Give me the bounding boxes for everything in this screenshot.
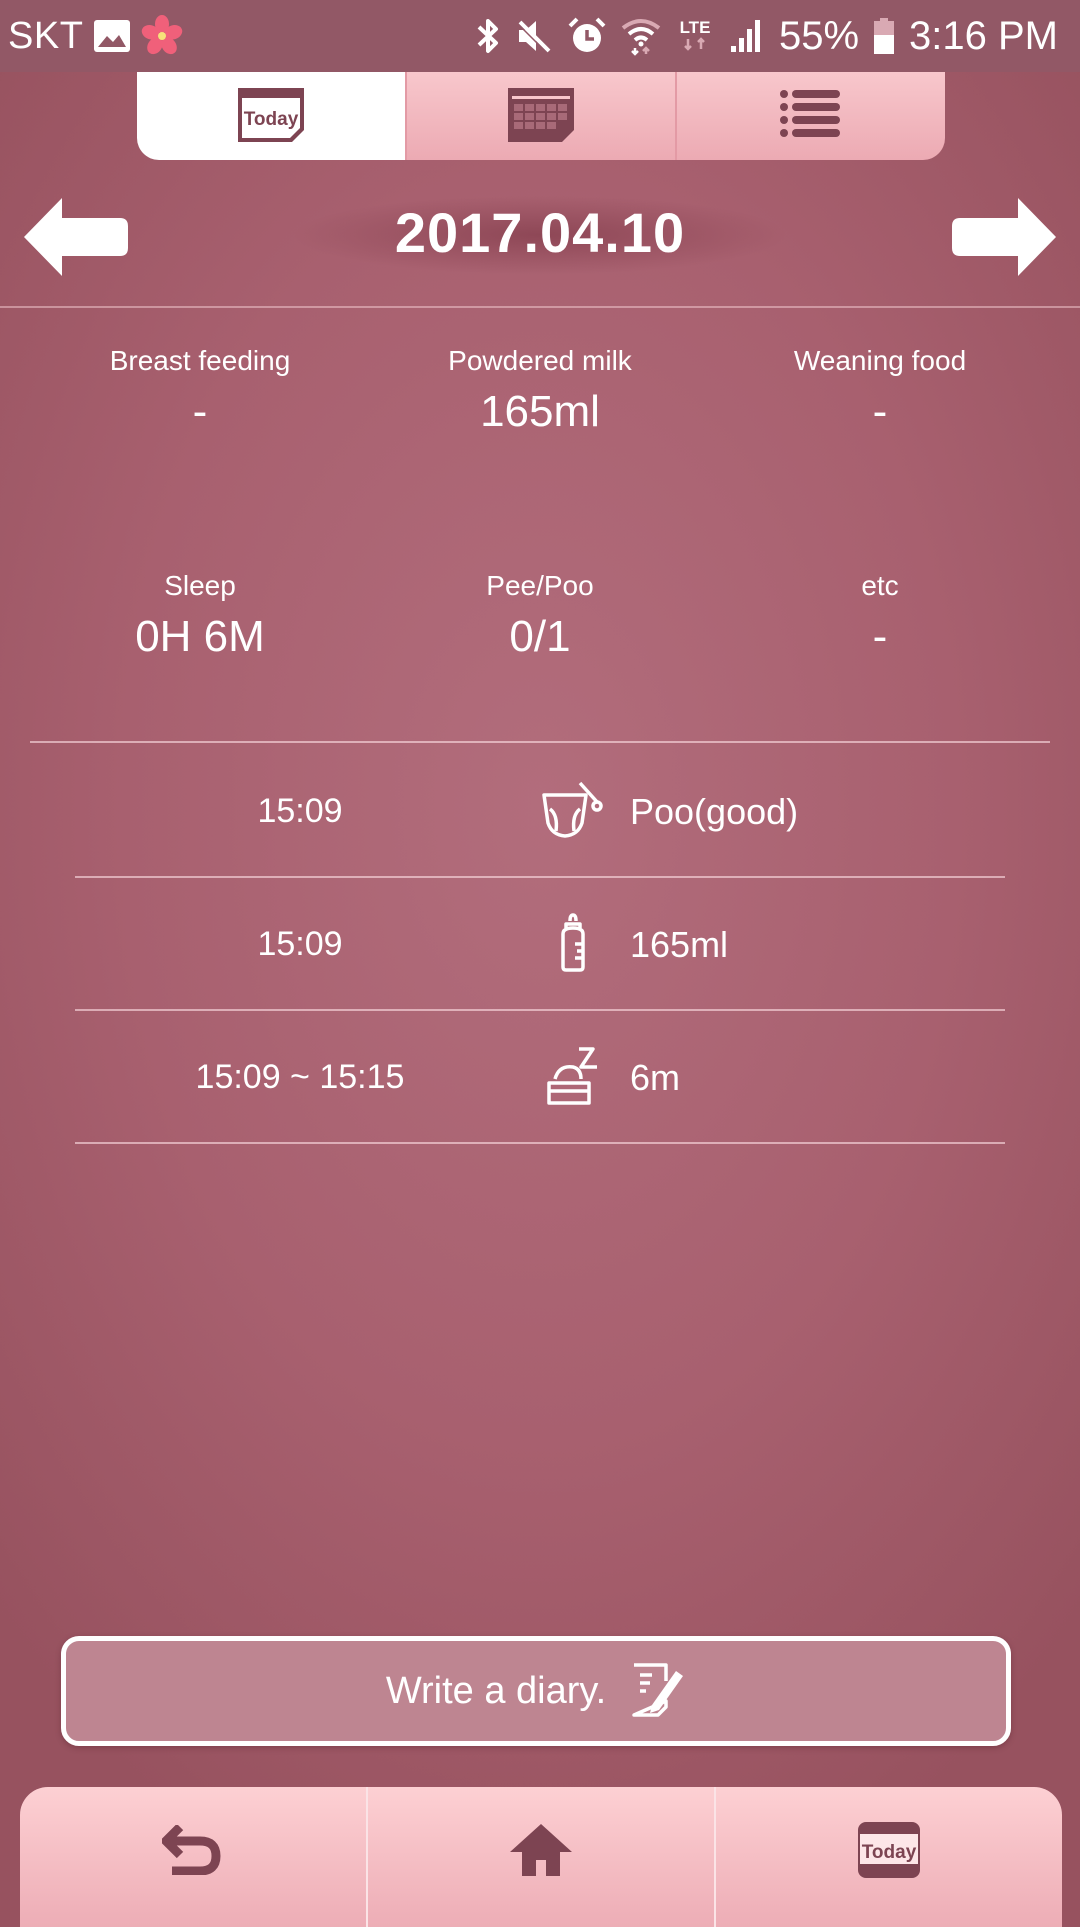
home-button[interactable]: [366, 1787, 714, 1927]
log-text: 6m: [630, 1057, 681, 1098]
log-text: Poo(good): [630, 791, 799, 832]
log-item[interactable]: 15:09 Poo(good): [75, 745, 1005, 878]
summary-value: 0/1: [509, 612, 571, 661]
mute-icon: [515, 17, 553, 55]
tab-calendar[interactable]: [405, 72, 675, 160]
bluetooth-icon: [475, 16, 501, 56]
home-icon: [508, 1822, 574, 1883]
battery-icon: [873, 17, 895, 55]
summary-etc: etc -: [710, 570, 1050, 662]
summary-label: Powdered milk: [448, 345, 632, 376]
summary-value: 165ml: [480, 387, 600, 436]
summary-value: -: [872, 387, 888, 436]
flower-icon: [141, 15, 183, 57]
clock: 3:16 PM: [909, 13, 1058, 58]
alarm-icon: [567, 16, 607, 56]
summary-label: Breast feeding: [109, 345, 291, 376]
back-icon: [159, 1823, 224, 1880]
write-diary-button[interactable]: Write a diary.: [61, 1636, 1011, 1746]
status-bar: SKT LTE 55% 3:16 PM: [0, 0, 1080, 72]
summary-label: Weaning food: [793, 345, 967, 376]
log-time: 15:09: [257, 925, 343, 963]
edit-note-icon: [630, 1661, 686, 1722]
summary-value: 0H 6M: [135, 612, 265, 661]
summary-powdered-milk: Powdered milk 165ml: [370, 345, 710, 437]
log-time: 15:09: [257, 792, 343, 830]
gallery-icon: [93, 19, 131, 53]
back-button[interactable]: [20, 1787, 366, 1927]
summary-sleep: Sleep 0H 6M: [30, 570, 370, 662]
svg-text:Today: Today: [244, 109, 299, 130]
tab-today[interactable]: Today: [137, 72, 405, 160]
summary-label: Pee/Poo: [486, 570, 594, 601]
log-text: 165ml: [630, 924, 729, 965]
svg-text:LTE: LTE: [680, 18, 711, 37]
today-calendar-icon: Today: [856, 1820, 922, 1885]
list-icon: [779, 88, 843, 145]
calendar-grid-icon: [504, 84, 578, 149]
baby-bottle-icon: [538, 908, 608, 978]
summary-pee-poo: Pee/Poo 0/1: [370, 570, 710, 662]
carrier-label: SKT: [8, 14, 84, 57]
battery-percent: 55%: [778, 13, 860, 58]
divider: [75, 1142, 1005, 1144]
today-calendar-icon: Today: [234, 84, 308, 149]
log-item[interactable]: 15:09 165ml: [75, 878, 1005, 1011]
tab-list[interactable]: [675, 72, 945, 160]
svg-text:Today: Today: [862, 1842, 917, 1863]
wifi-icon: [621, 16, 661, 56]
arrow-right-icon: [950, 198, 1056, 280]
view-tabs: Today: [137, 72, 945, 160]
signal-icon: [729, 18, 765, 54]
log-time: 15:09 ~ 15:15: [195, 1058, 405, 1096]
summary-value: -: [872, 612, 888, 661]
summary-label: Sleep: [164, 570, 236, 601]
summary-label: etc: [861, 570, 899, 601]
date-title: 2017.04.10: [394, 201, 686, 264]
write-diary-label: Write a diary.: [385, 1669, 607, 1712]
bottom-nav: Today: [20, 1787, 1062, 1927]
divider: [0, 306, 1080, 308]
log-item[interactable]: 15:09 ~ 15:15 6m: [75, 1011, 1005, 1144]
summary-value: -: [192, 387, 208, 436]
divider: [30, 741, 1050, 743]
sleeping-baby-icon: [538, 1041, 608, 1111]
summary-breast-feeding: Breast feeding -: [30, 345, 370, 437]
next-day-button[interactable]: [950, 198, 1056, 276]
diaper-icon: [538, 775, 608, 845]
lte-icon: LTE: [675, 15, 715, 57]
today-button[interactable]: Today: [714, 1787, 1062, 1927]
arrow-left-icon: [24, 198, 130, 280]
summary-weaning-food: Weaning food -: [710, 345, 1050, 437]
